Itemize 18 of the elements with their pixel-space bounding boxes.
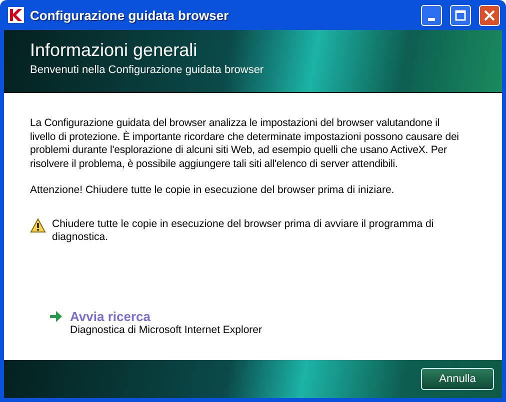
attention-text: Attenzione! Chiudere tutte le copie in esecuzione del browser prima di iniziare. [30,184,396,198]
minimize-icon [428,18,435,20]
maximize-icon [455,10,466,20]
intro-text: La Configurazione guidata del browser analizza le impostazioni del browser valutandone il livello di protezione. È importante ricordare che determinate impostazioni possono causare dei problemi durante l'esplorazione di alcuni siti Web, ad esempio quelli che usano ActiveX. Per risolvere il problema, è possibile aggiungere tali siti all'elenco di server attendibili. [30,117,460,171]
action-description: Diagnostica di Microsoft Internet Explorer [70,324,263,337]
minimize-button[interactable] [421,4,442,26]
page-subtitle: Benvenuti nella Configurazione guidata browser [30,64,265,76]
warning-text: Chiudere tutte le copie in esecuzione del browser prima di avviare il programma di diagnostica. [52,218,435,244]
close-icon [484,10,495,20]
arrow-icon [50,310,62,322]
close-button[interactable] [479,4,500,26]
warning-icon [30,218,46,232]
page-title: Informazioni generali [30,40,198,61]
cancel-button[interactable]: Annulla [421,368,494,390]
maximize-button[interactable] [450,4,471,26]
app-logo-icon [8,7,24,23]
window-title: Configurazione guidata browser [30,8,230,22]
start-scan-link[interactable]: Avvia ricerca [70,308,150,324]
